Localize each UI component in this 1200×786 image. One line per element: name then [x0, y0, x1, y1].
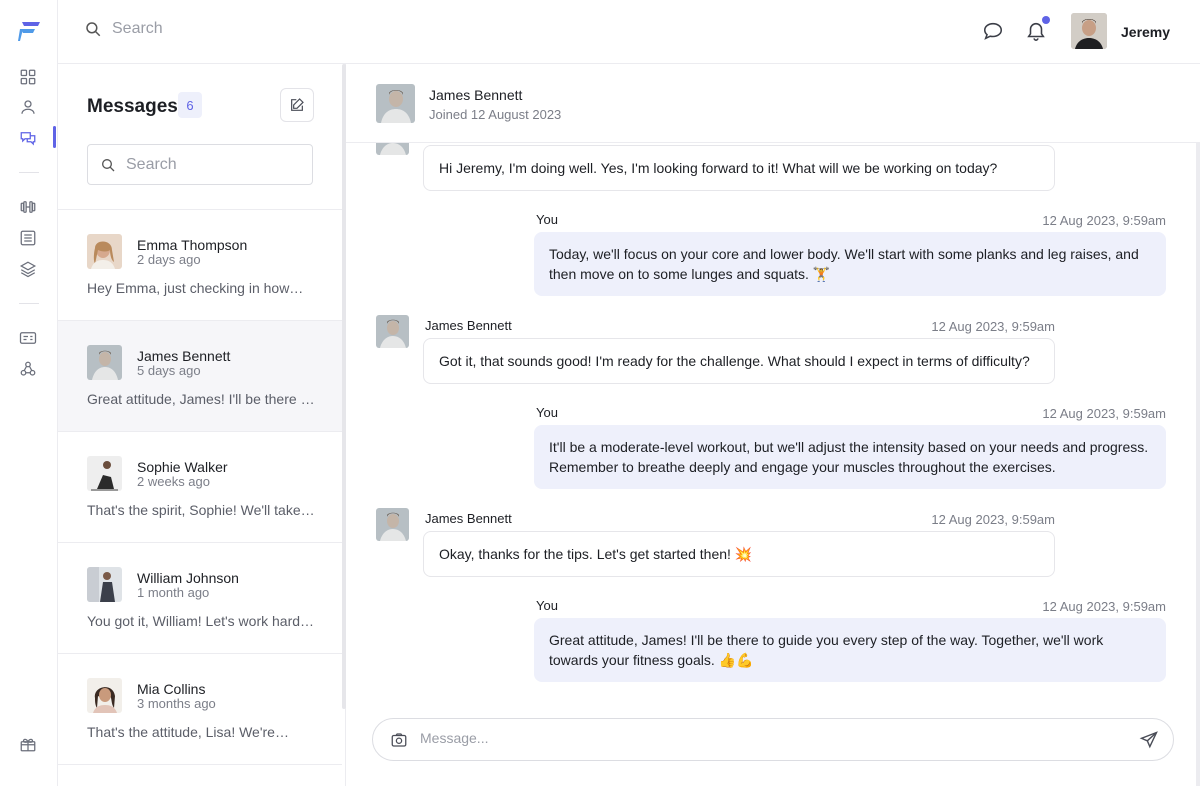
- conversation-search-input[interactable]: [126, 155, 296, 174]
- message-bubble-incoming: Got it, that sounds good! I'm ready for …: [423, 338, 1055, 384]
- avatar: [376, 315, 409, 348]
- avatar[interactable]: [1071, 13, 1107, 49]
- conversation-preview: Hey Emma, just checking in how…: [87, 280, 304, 296]
- message-sender: You: [536, 212, 558, 227]
- message-sender: James Bennett: [425, 318, 512, 333]
- chat-contact-joined: Joined 12 August 2023: [429, 107, 562, 122]
- conversation-time: 2 weeks ago: [137, 474, 210, 489]
- sidebar-rail: [0, 0, 58, 786]
- conversation-name: William Johnson: [137, 570, 239, 586]
- sidebar-divider: [19, 172, 39, 173]
- id-card-icon[interactable]: [17, 327, 39, 349]
- top-bar: Jeremy: [58, 0, 1200, 64]
- message-bubble-outgoing: Today, we'll focus on your core and lowe…: [534, 232, 1166, 296]
- message-timestamp: 12 Aug 2023, 9:59am: [1042, 599, 1166, 614]
- compose-button[interactable]: [280, 88, 314, 122]
- conversation-search: [87, 144, 313, 185]
- camera-icon[interactable]: [390, 731, 408, 749]
- conversation-list-panel: Messages 6 Emma Thompson 2 days ago Hey …: [58, 64, 346, 786]
- conversation-item[interactable]: William Johnson 1 month ago You got it, …: [58, 542, 342, 653]
- message-bubble-outgoing: Great attitude, James! I'll be there to …: [534, 618, 1166, 682]
- conversation-item: [58, 764, 342, 786]
- avatar: [376, 508, 409, 541]
- conversation-item[interactable]: Emma Thompson 2 days ago Hey Emma, just …: [58, 209, 342, 320]
- search-icon: [100, 157, 116, 173]
- edit-icon: [291, 98, 304, 111]
- user-icon[interactable]: [17, 96, 39, 118]
- messages-icon[interactable]: [17, 127, 39, 149]
- conversation-item[interactable]: Mia Collins 3 months ago That's the atti…: [58, 653, 342, 764]
- message-sender: You: [536, 598, 558, 613]
- conversation-item-active[interactable]: James Bennett 5 days ago Great attitude,…: [58, 320, 346, 432]
- notification-badge: [1042, 16, 1050, 24]
- webhook-icon[interactable]: [17, 358, 39, 380]
- send-icon[interactable]: [1139, 730, 1159, 750]
- chat-panel: James Bennett Joined 12 August 2023 Hi J…: [346, 64, 1200, 786]
- current-user-name[interactable]: Jeremy: [1121, 24, 1170, 40]
- message-timestamp: 12 Aug 2023, 9:59am: [931, 512, 1055, 527]
- message-composer: [372, 718, 1174, 761]
- message-bubble-incoming: Hi Jeremy, I'm doing well. Yes, I'm look…: [423, 145, 1055, 191]
- message-timestamp: 12 Aug 2023, 9:59am: [1042, 406, 1166, 421]
- list-icon[interactable]: [17, 227, 39, 249]
- message-sender: You: [536, 405, 558, 420]
- global-search: [84, 20, 332, 38]
- message-timestamp: 12 Aug 2023, 9:59am: [931, 319, 1055, 334]
- messages-count-badge: 6: [178, 92, 202, 118]
- conversation-time: 1 month ago: [137, 585, 210, 600]
- avatar: [87, 456, 122, 491]
- chat-bubble-icon[interactable]: [982, 20, 1004, 42]
- conversation-preview: That's the spirit, Sophie! We'll take …: [87, 502, 315, 518]
- message-bubble-incoming: Okay, thanks for the tips. Let's get sta…: [423, 531, 1055, 577]
- gift-icon[interactable]: [17, 733, 39, 755]
- conversation-name: Sophie Walker: [137, 459, 228, 475]
- message-timestamp: 12 Aug 2023, 9:59am: [1042, 213, 1166, 228]
- message-sender: James Bennett: [425, 511, 512, 526]
- avatar[interactable]: [376, 84, 415, 123]
- search-icon: [84, 20, 102, 38]
- conversation-preview: You got it, William! Let's work hard…: [87, 613, 315, 629]
- conversation-time: 3 months ago: [137, 696, 216, 711]
- avatar: [87, 234, 122, 269]
- message-input[interactable]: [420, 730, 1110, 746]
- app-logo[interactable]: [18, 20, 42, 42]
- global-search-input[interactable]: [112, 20, 332, 38]
- layers-icon[interactable]: [17, 258, 39, 280]
- sidebar-active-indicator: [53, 126, 56, 148]
- conversation-name: Emma Thompson: [137, 237, 248, 253]
- conversation-item[interactable]: Sophie Walker 2 weeks ago That's the spi…: [58, 431, 342, 542]
- chat-contact-name: James Bennett: [429, 87, 523, 103]
- conversation-name: Mia Collins: [137, 681, 206, 697]
- avatar: [87, 678, 122, 713]
- chat-scrollbar[interactable]: [1196, 64, 1200, 786]
- sidebar-divider: [19, 303, 39, 304]
- conversation-time: 2 days ago: [137, 252, 201, 267]
- avatar: [87, 567, 122, 602]
- messages-title: Messages: [87, 96, 178, 117]
- dashboard-icon[interactable]: [17, 66, 39, 88]
- chat-header: James Bennett Joined 12 August 2023: [346, 64, 1200, 143]
- avatar: [87, 345, 122, 380]
- conversation-preview: Great attitude, James! I'll be there t…: [87, 391, 315, 407]
- dumbbell-icon[interactable]: [17, 196, 39, 218]
- conversation-time: 5 days ago: [137, 363, 201, 378]
- message-bubble-outgoing: It'll be a moderate-level workout, but w…: [534, 425, 1166, 489]
- conversation-name: James Bennett: [137, 348, 231, 364]
- conversation-preview: That's the attitude, Lisa! We're…: [87, 724, 289, 740]
- app: Jeremy Messages 6 Emma Thompson 2 days a…: [0, 0, 1200, 786]
